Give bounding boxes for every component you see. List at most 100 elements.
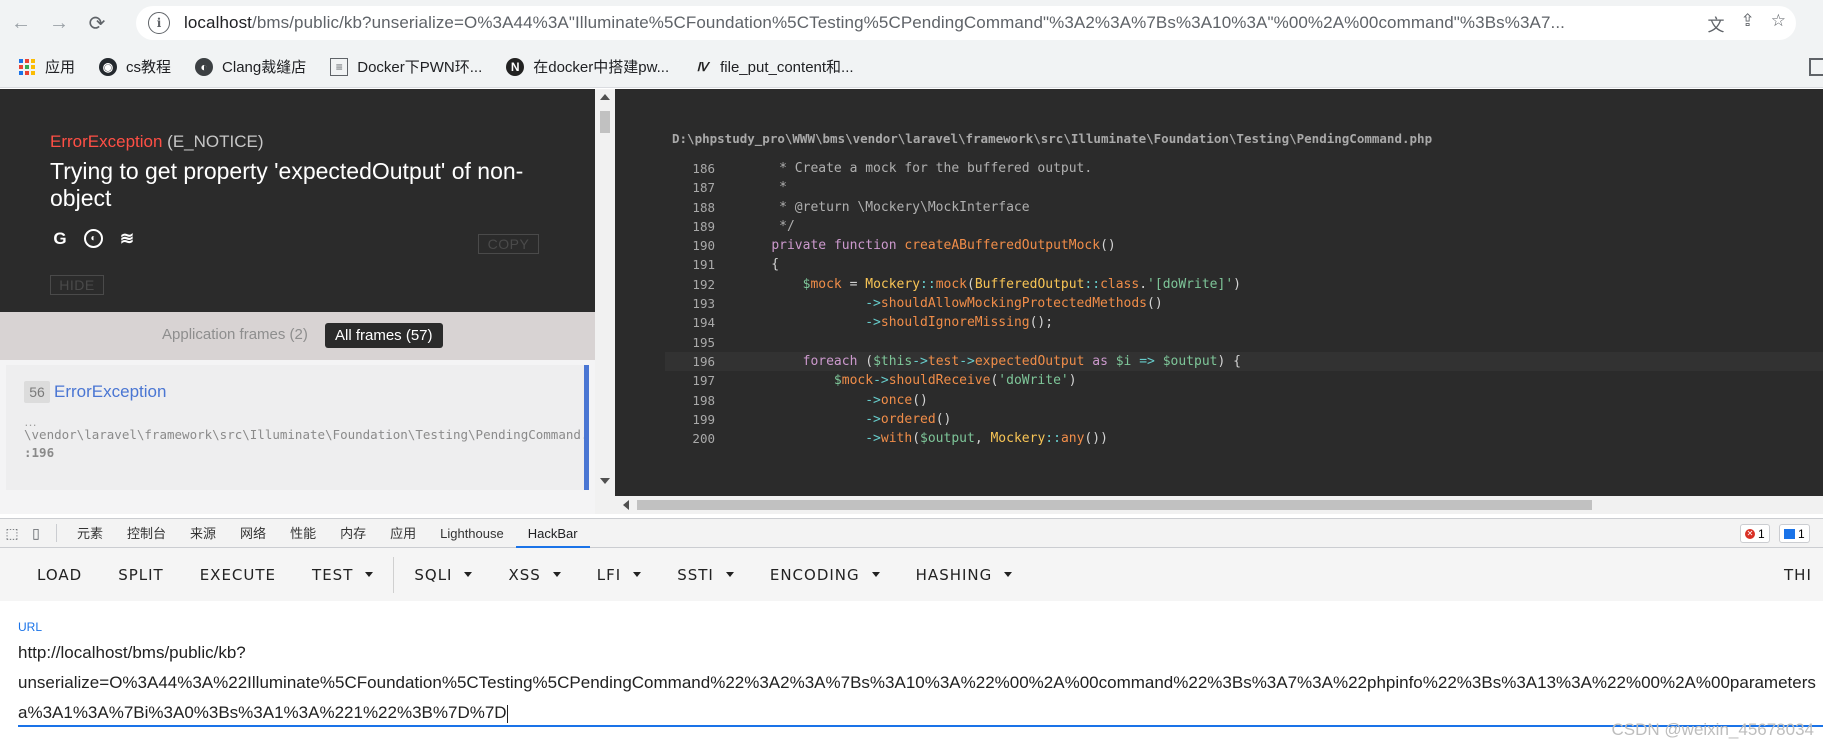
line-number: 186 — [692, 161, 715, 176]
reading-list-icon[interactable] — [1809, 58, 1823, 76]
code-line: 200 ->with($output, Mockery::any()) — [665, 429, 1823, 448]
tab-console[interactable]: 控制台 — [115, 519, 178, 548]
bookmark-docker-setup[interactable]: N 在docker中搭建pw... — [506, 56, 669, 77]
frame-class: ErrorException — [54, 382, 167, 401]
tab-performance[interactable]: 性能 — [278, 519, 328, 548]
bookmarks-bar: 应用 ◉ cs教程 ◐ Clang裁缝店 ≡ Docker下PWN环... N … — [0, 46, 1823, 88]
xss-menu[interactable]: XSS — [490, 548, 578, 601]
line-number: 194 — [692, 315, 715, 331]
split-button[interactable]: SPLIT — [100, 548, 182, 601]
code-line: 199 ->ordered() — [665, 410, 1823, 429]
stackoverflow-icon[interactable]: ≋ — [117, 229, 137, 249]
omnibox-actions: 文 ⇪ ☆ — [1708, 11, 1787, 36]
bookmark-file-put[interactable]: Ⅳ file_put_content和... — [693, 56, 854, 77]
line-code: ->shouldIgnoreMissing(); — [865, 315, 1054, 331]
url-text[interactable]: localhost/bms/public/kb?unserialize=O%3A… — [184, 13, 1684, 33]
error-count-badge[interactable]: ✕ 1 — [1740, 524, 1770, 543]
line-code: * @return \Mockery\MockInterface — [740, 199, 1030, 215]
forward-button[interactable]: → — [42, 6, 76, 40]
github-icon: ◉ — [99, 57, 118, 76]
tab-network[interactable]: 网络 — [228, 519, 278, 548]
code-viewer: D:\phpstudy_pro\WWW\bms\vendor\laravel\f… — [615, 89, 1823, 496]
bookmark-clang[interactable]: ◐ Clang裁缝店 — [195, 56, 306, 77]
frame-path: \vendor\laravel\framework\src\Illuminate… — [24, 427, 584, 442]
scroll-thumb[interactable] — [600, 111, 610, 133]
bookmark-cs[interactable]: ◉ cs教程 — [99, 56, 171, 77]
reload-button[interactable]: ⟳ — [80, 6, 114, 40]
scroll-up-icon[interactable] — [600, 94, 610, 100]
line-code: ->once() — [865, 392, 928, 408]
tab-lighthouse[interactable]: Lighthouse — [428, 519, 516, 548]
source-file-path[interactable]: D:\phpstudy_pro\WWW\bms\vendor\laravel\f… — [672, 131, 1432, 146]
tab-all-frames[interactable]: All frames (57) — [325, 323, 443, 348]
button-label: SPLIT — [118, 565, 164, 584]
error-count: 1 — [1758, 526, 1765, 541]
button-label: LOAD — [37, 565, 83, 584]
execute-button[interactable]: EXECUTE — [182, 548, 294, 601]
message-count-badge[interactable]: 1 — [1779, 524, 1810, 543]
code-horizontal-scrollbar[interactable] — [615, 496, 1823, 514]
bookmark-docker-pwn[interactable]: ≡ Docker下PWN环... — [330, 56, 482, 77]
code-line: 197 $mock->shouldReceive('doWrite') — [665, 371, 1823, 390]
line-number: 192 — [692, 276, 715, 292]
lfi-menu[interactable]: LFI — [579, 548, 659, 601]
divider — [393, 556, 395, 593]
encoding-menu[interactable]: ENCODING — [752, 548, 898, 601]
url-line: unserialize=O%3A44%3A%22Illuminate%5CFou… — [18, 673, 1816, 692]
line-code: * — [740, 180, 787, 196]
hashing-menu[interactable]: HASHING — [898, 548, 1031, 601]
bookmark-label: 在docker中搭建pw... — [533, 59, 670, 76]
stack-frame[interactable]: 56 ErrorException … \vendor\laravel\fram… — [6, 365, 589, 490]
share-icon[interactable]: ⇪ — [1741, 11, 1755, 36]
site-info-icon[interactable]: i — [148, 12, 170, 34]
code-line: 188 * @return \Mockery\MockInterface — [665, 198, 1823, 217]
scroll-left-icon[interactable] — [623, 500, 629, 510]
load-button[interactable]: LOAD — [0, 548, 100, 601]
address-bar[interactable]: i localhost/bms/public/kb?unserialize=O%… — [136, 6, 1796, 40]
tab-application-frames[interactable]: Application frames (2) — [162, 326, 308, 343]
sqli-menu[interactable]: SQLI — [396, 548, 490, 601]
message-count: 1 — [1798, 526, 1805, 541]
copy-button[interactable]: COPY — [478, 234, 539, 254]
apps-grid-icon — [18, 58, 36, 76]
url-textarea[interactable]: http://localhost/bms/public/kb? unserial… — [18, 638, 1823, 728]
devtools-tabbar: ⬚ ▯ 元素 控制台 来源 网络 性能 内存 应用 Lighthouse Hac… — [0, 518, 1823, 548]
line-number: 190 — [692, 238, 715, 254]
tab-application[interactable]: 应用 — [378, 519, 428, 548]
tab-sources[interactable]: 来源 — [178, 519, 228, 548]
ssti-menu[interactable]: SSTI — [659, 548, 752, 601]
chevron-down-icon — [464, 572, 473, 577]
translate-icon[interactable]: 文 — [1708, 11, 1725, 36]
tab-hackbar[interactable]: HackBar — [515, 519, 590, 548]
chevron-down-icon — [633, 572, 642, 577]
device-toolbar-icon[interactable]: ▯ — [24, 521, 48, 545]
bookmark-apps[interactable]: 应用 — [18, 56, 75, 77]
scroll-down-icon[interactable] — [600, 478, 610, 484]
reload-icon: ⟳ — [88, 12, 106, 35]
line-number: 189 — [692, 218, 715, 234]
exception-message: Trying to get property 'expectedOutput' … — [50, 158, 524, 211]
line-code: * Create a mock for the buffered output. — [740, 161, 1093, 176]
google-icon[interactable]: G — [50, 229, 70, 249]
back-button[interactable]: ← — [4, 6, 38, 40]
theme-menu[interactable]: THI — [1784, 548, 1812, 601]
test-menu[interactable]: TEST — [294, 548, 391, 601]
frames-filter: Application frames (2) All frames (57) — [0, 312, 595, 360]
line-code: */ — [740, 218, 795, 234]
star-icon[interactable]: ☆ — [1771, 11, 1786, 36]
inspect-element-icon[interactable]: ⬚ — [0, 521, 24, 545]
url-field-underline — [18, 725, 1823, 727]
hide-button[interactable]: HIDE — [50, 275, 104, 295]
chevron-down-icon — [871, 572, 880, 577]
line-number: 200 — [692, 431, 715, 447]
line-code: $mock = Mockery::mock(BufferedOutput::cl… — [802, 276, 1241, 292]
line-number: 193 — [692, 296, 715, 312]
scroll-thumb[interactable] — [637, 500, 1592, 510]
tab-elements[interactable]: 元素 — [65, 519, 115, 548]
button-label: HASHING — [915, 565, 993, 584]
duckduckgo-icon[interactable]: ◐ — [84, 229, 103, 248]
frames-vertical-scrollbar[interactable] — [595, 89, 615, 514]
url-path: /bms/public/kb?unserialize=O%3A44%3A"Ill… — [252, 13, 1565, 32]
browser-toolbar: ← → ⟳ i localhost/bms/public/kb?unserial… — [0, 0, 1823, 46]
tab-memory[interactable]: 内存 — [328, 519, 378, 548]
